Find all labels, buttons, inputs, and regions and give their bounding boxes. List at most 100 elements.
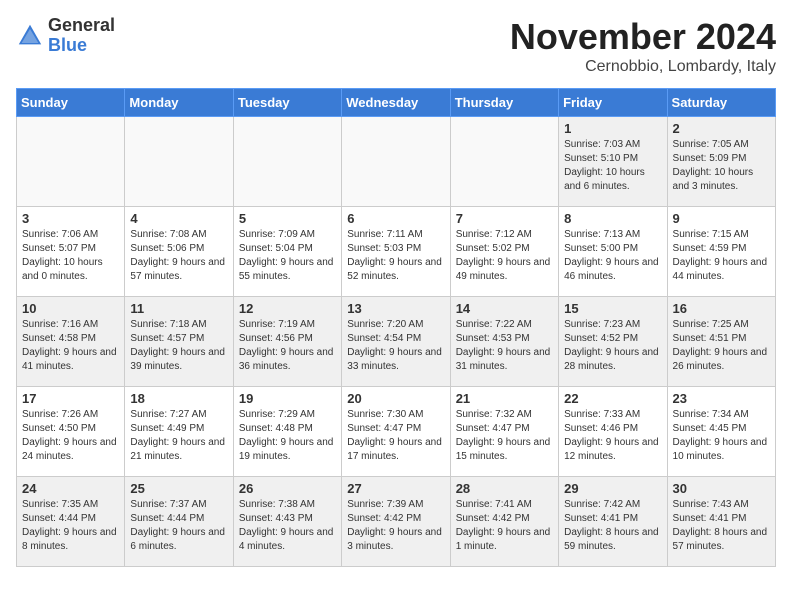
calendar-day-cell: 2 Sunrise: 7:05 AM Sunset: 5:09 PM Daylig… — [667, 117, 775, 207]
day-info: Sunrise: 7:35 AM Sunset: 4:44 PM Dayligh… — [22, 498, 119, 554]
day-info: Sunrise: 7:09 AM Sunset: 5:04 PM Dayligh… — [239, 228, 336, 284]
day-number: 28 — [456, 481, 553, 496]
day-number: 10 — [22, 301, 119, 316]
calendar-day-cell: 18Sunrise: 7:27 AM Sunset: 4:49 PM Dayli… — [125, 387, 233, 477]
location-title: Cernobbio, Lombardy, Italy — [510, 58, 776, 76]
calendar-day-cell: 7Sunrise: 7:12 AM Sunset: 5:02 PM Daylig… — [450, 207, 558, 297]
calendar-day-cell: 14 Sunrise: 7:22 AM Sunset: 4:53 PM Dayli… — [450, 297, 558, 387]
calendar-day-cell: 12Sunrise: 7:19 AM Sunset: 4:56 PM Dayli… — [233, 297, 341, 387]
day-info: Sunrise: 7:15 AM Sunset: 4:59 PM Dayligh… — [673, 228, 770, 284]
day-info: Sunrise: 7:08 AM Sunset: 5:06 PM Dayligh… — [130, 228, 227, 284]
logo-general: General — [48, 16, 115, 36]
weekday-cell: Tuesday — [233, 89, 341, 117]
weekday-cell: Saturday — [667, 89, 775, 117]
calendar-day-cell: 6 Sunrise: 7:11 AM Sunset: 5:03 PM Daylig… — [342, 207, 450, 297]
calendar-day-cell: 9 Sunrise: 7:15 AM Sunset: 4:59 PM Daylig… — [667, 207, 775, 297]
calendar-day-cell: 30 Sunrise: 7:43 AM Sunset: 4:41 PM Dayli… — [667, 477, 775, 567]
day-number: 5 — [239, 211, 336, 226]
day-number: 18 — [130, 391, 227, 406]
calendar-day-cell: 29 Sunrise: 7:42 AM Sunset: 4:41 PM Dayli… — [559, 477, 667, 567]
day-number: 20 — [347, 391, 444, 406]
day-info: Sunrise: 7:29 AM Sunset: 4:48 PM Dayligh… — [239, 408, 336, 464]
weekday-cell: Friday — [559, 89, 667, 117]
day-info: Sunrise: 7:43 AM Sunset: 4:41 PM Dayligh… — [673, 498, 770, 554]
calendar-day-cell — [17, 117, 125, 207]
day-info: Sunrise: 7:25 AM Sunset: 4:51 PM Dayligh… — [673, 318, 770, 374]
calendar-day-cell: 3 Sunrise: 7:06 AM Sunset: 5:07 PM Daylig… — [17, 207, 125, 297]
calendar-day-cell: 19 Sunrise: 7:29 AM Sunset: 4:48 PM Dayli… — [233, 387, 341, 477]
day-number: 15 — [564, 301, 661, 316]
day-number: 27 — [347, 481, 444, 496]
calendar-day-cell: 28 Sunrise: 7:41 AM Sunset: 4:42 PM Dayli… — [450, 477, 558, 567]
day-number: 2 — [673, 121, 770, 136]
day-number: 1 — [564, 121, 661, 136]
day-info: Sunrise: 7:03 AM Sunset: 5:10 PM Dayligh… — [564, 138, 661, 194]
calendar-day-cell: 4 Sunrise: 7:08 AM Sunset: 5:06 PM Daylig… — [125, 207, 233, 297]
day-number: 9 — [673, 211, 770, 226]
day-number: 21 — [456, 391, 553, 406]
day-info: Sunrise: 7:20 AM Sunset: 4:54 PM Dayligh… — [347, 318, 444, 374]
calendar-day-cell: 23 Sunrise: 7:34 AM Sunset: 4:45 PM Dayli… — [667, 387, 775, 477]
calendar-day-cell: 21 Sunrise: 7:32 AM Sunset: 4:47 PM Dayli… — [450, 387, 558, 477]
day-number: 26 — [239, 481, 336, 496]
day-info: Sunrise: 7:34 AM Sunset: 4:45 PM Dayligh… — [673, 408, 770, 464]
day-number: 13 — [347, 301, 444, 316]
calendar-day-cell — [450, 117, 558, 207]
calendar-week-row: 17Sunrise: 7:26 AM Sunset: 4:50 PM Dayli… — [17, 387, 776, 477]
logo-icon — [16, 22, 44, 50]
logo-text: General Blue — [48, 16, 115, 56]
calendar-week-row: 3 Sunrise: 7:06 AM Sunset: 5:07 PM Daylig… — [17, 207, 776, 297]
page-header: General Blue November 2024 Cernobbio, Lo… — [16, 16, 776, 76]
calendar-day-cell: 13 Sunrise: 7:20 AM Sunset: 4:54 PM Dayli… — [342, 297, 450, 387]
calendar-day-cell: 15Sunrise: 7:23 AM Sunset: 4:52 PM Dayli… — [559, 297, 667, 387]
day-number: 30 — [673, 481, 770, 496]
day-info: Sunrise: 7:16 AM Sunset: 4:58 PM Dayligh… — [22, 318, 119, 374]
day-info: Sunrise: 7:19 AM Sunset: 4:56 PM Dayligh… — [239, 318, 336, 374]
calendar-week-row: 10 Sunrise: 7:16 AM Sunset: 4:58 PM Dayli… — [17, 297, 776, 387]
day-info: Sunrise: 7:11 AM Sunset: 5:03 PM Dayligh… — [347, 228, 444, 284]
day-number: 24 — [22, 481, 119, 496]
calendar-day-cell: 20 Sunrise: 7:30 AM Sunset: 4:47 PM Dayli… — [342, 387, 450, 477]
calendar-week-row: 1 Sunrise: 7:03 AM Sunset: 5:10 PM Daylig… — [17, 117, 776, 207]
day-info: Sunrise: 7:33 AM Sunset: 4:46 PM Dayligh… — [564, 408, 661, 464]
day-info: Sunrise: 7:42 AM Sunset: 4:41 PM Dayligh… — [564, 498, 661, 554]
day-info: Sunrise: 7:30 AM Sunset: 4:47 PM Dayligh… — [347, 408, 444, 464]
calendar-day-cell — [125, 117, 233, 207]
day-number: 22 — [564, 391, 661, 406]
day-number: 23 — [673, 391, 770, 406]
day-info: Sunrise: 7:13 AM Sunset: 5:00 PM Dayligh… — [564, 228, 661, 284]
day-number: 3 — [22, 211, 119, 226]
weekday-cell: Wednesday — [342, 89, 450, 117]
calendar-day-cell: 8 Sunrise: 7:13 AM Sunset: 5:00 PM Daylig… — [559, 207, 667, 297]
day-number: 8 — [564, 211, 661, 226]
day-info: Sunrise: 7:06 AM Sunset: 5:07 PM Dayligh… — [22, 228, 119, 284]
calendar-day-cell: 22 Sunrise: 7:33 AM Sunset: 4:46 PM Dayli… — [559, 387, 667, 477]
day-number: 19 — [239, 391, 336, 406]
calendar-day-cell — [233, 117, 341, 207]
calendar: SundayMondayTuesdayWednesdayThursdayFrid… — [16, 88, 776, 567]
day-info: Sunrise: 7:41 AM Sunset: 4:42 PM Dayligh… — [456, 498, 553, 554]
calendar-day-cell — [342, 117, 450, 207]
calendar-day-cell: 5 Sunrise: 7:09 AM Sunset: 5:04 PM Daylig… — [233, 207, 341, 297]
day-number: 29 — [564, 481, 661, 496]
day-number: 4 — [130, 211, 227, 226]
day-info: Sunrise: 7:22 AM Sunset: 4:53 PM Dayligh… — [456, 318, 553, 374]
day-info: Sunrise: 7:12 AM Sunset: 5:02 PM Dayligh… — [456, 228, 553, 284]
calendar-day-cell: 11Sunrise: 7:18 AM Sunset: 4:57 PM Dayli… — [125, 297, 233, 387]
day-info: Sunrise: 7:05 AM Sunset: 5:09 PM Dayligh… — [673, 138, 770, 194]
calendar-day-cell: 26 Sunrise: 7:38 AM Sunset: 4:43 PM Dayli… — [233, 477, 341, 567]
calendar-week-row: 24 Sunrise: 7:35 AM Sunset: 4:44 PM Dayli… — [17, 477, 776, 567]
day-info: Sunrise: 7:32 AM Sunset: 4:47 PM Dayligh… — [456, 408, 553, 464]
day-info: Sunrise: 7:37 AM Sunset: 4:44 PM Dayligh… — [130, 498, 227, 554]
day-number: 17 — [22, 391, 119, 406]
day-number: 16 — [673, 301, 770, 316]
day-number: 6 — [347, 211, 444, 226]
day-info: Sunrise: 7:38 AM Sunset: 4:43 PM Dayligh… — [239, 498, 336, 554]
calendar-day-cell: 24 Sunrise: 7:35 AM Sunset: 4:44 PM Dayli… — [17, 477, 125, 567]
day-info: Sunrise: 7:18 AM Sunset: 4:57 PM Dayligh… — [130, 318, 227, 374]
day-number: 14 — [456, 301, 553, 316]
month-title: November 2024 — [510, 16, 776, 58]
calendar-day-cell: 1 Sunrise: 7:03 AM Sunset: 5:10 PM Daylig… — [559, 117, 667, 207]
weekday-cell: Sunday — [17, 89, 125, 117]
weekday-cell: Thursday — [450, 89, 558, 117]
